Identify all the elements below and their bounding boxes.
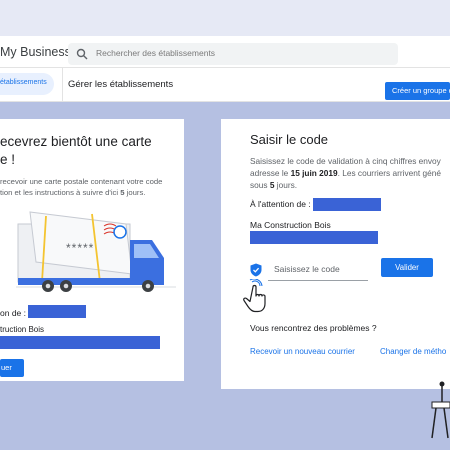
card-title: Saisir le code (250, 132, 329, 147)
company-name: truction Bois (0, 325, 45, 334)
body-text: jours. (124, 188, 146, 197)
enter-code-card: Saisir le code Saisissez le code de vali… (221, 119, 450, 389)
card-body-line2: adresse le 15 juin 2019. Les courriers a… (250, 167, 441, 179)
body-bold: 15 juin 2019 (290, 168, 338, 178)
body-text: jours. (274, 180, 298, 190)
card-body-line3: sous 5 jours. (250, 179, 297, 191)
page-title: Gérer les établissements (68, 79, 174, 90)
card-body-line1: recevoir une carte postale contenant vot… (0, 177, 163, 186)
body-text: tion et les instructions à suivre d'ici (0, 188, 121, 197)
attention-label: À l'attention de : (250, 199, 311, 209)
create-group-button[interactable]: Créer un groupe d'ét (385, 82, 450, 100)
change-method-link[interactable]: Changer de métho (380, 347, 446, 356)
search-input[interactable]: Rechercher des établissements (96, 48, 215, 58)
card-body-line2: tion et les instructions à suivre d'ici … (0, 187, 145, 198)
sub-header: établissements Gérer les établissements … (0, 68, 450, 102)
continue-button[interactable]: uer (0, 359, 24, 377)
validate-label: Valider (395, 263, 419, 272)
redacted-name (28, 305, 86, 318)
top-band (0, 0, 450, 36)
stand-illustration (431, 381, 450, 439)
redacted-name (313, 198, 381, 211)
body-text: sous (250, 180, 270, 190)
card-title-line2: e ! (0, 152, 16, 167)
validate-button[interactable]: Valider (381, 258, 433, 277)
request-new-mail-link[interactable]: Recevoir un nouveau courrier (250, 347, 355, 356)
search-bar[interactable]: Rechercher des établissements (68, 43, 398, 65)
continue-label: uer (1, 363, 12, 372)
divider (62, 68, 63, 102)
card-title-line1: ecevrez bientôt une carte (0, 134, 152, 149)
attention-label: on de : (0, 308, 26, 318)
sidebar-item-establishments[interactable]: établissements (0, 73, 54, 95)
card-body-line1: Saisissez le code de validation à cinq c… (250, 156, 441, 166)
postcard-code-text: ***** (66, 241, 94, 255)
create-group-label: Créer un groupe d'ét (392, 86, 450, 95)
shield-icon (250, 263, 262, 277)
code-field[interactable] (268, 258, 368, 281)
app-header: My Business Rechercher des établissement… (0, 36, 450, 68)
search-icon (76, 48, 88, 60)
redacted-address (0, 336, 160, 349)
body-text: adresse le (250, 168, 291, 178)
postcard-info-card: ecevrez bientôt une carte e ! recevoir u… (0, 119, 184, 381)
body-text: . Les courriers arrivent géné (337, 168, 441, 178)
code-input[interactable] (268, 258, 368, 280)
pointer-hand-icon (243, 279, 266, 313)
company-name: Ma Construction Bois (250, 220, 331, 230)
sidebar-item-label: établissements (0, 79, 47, 86)
problems-heading: Vous rencontrez des problèmes ? (250, 323, 377, 333)
app-window: My Business Rechercher des établissement… (0, 36, 450, 102)
delivery-truck-illustration: ***** (16, 211, 176, 292)
brand-title: My Business (0, 45, 71, 59)
redacted-address (250, 231, 378, 244)
